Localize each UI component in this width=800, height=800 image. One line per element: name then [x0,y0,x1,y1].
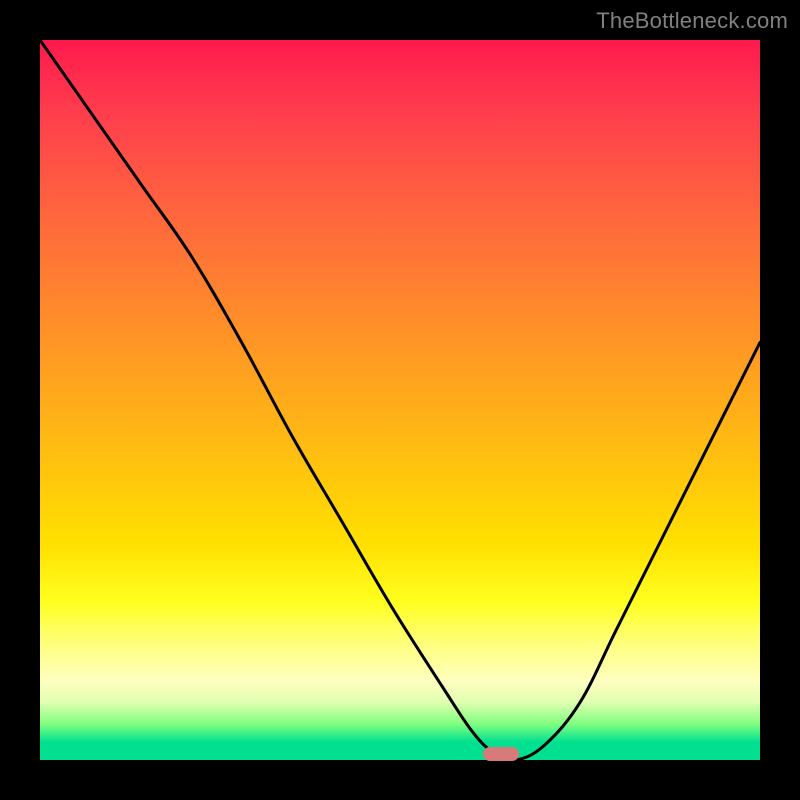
bottleneck-curve [40,40,760,760]
plot-area [40,40,760,760]
chart-frame: TheBottleneck.com [0,0,800,800]
watermark-text: TheBottleneck.com [596,8,788,34]
minimum-marker [483,747,519,761]
